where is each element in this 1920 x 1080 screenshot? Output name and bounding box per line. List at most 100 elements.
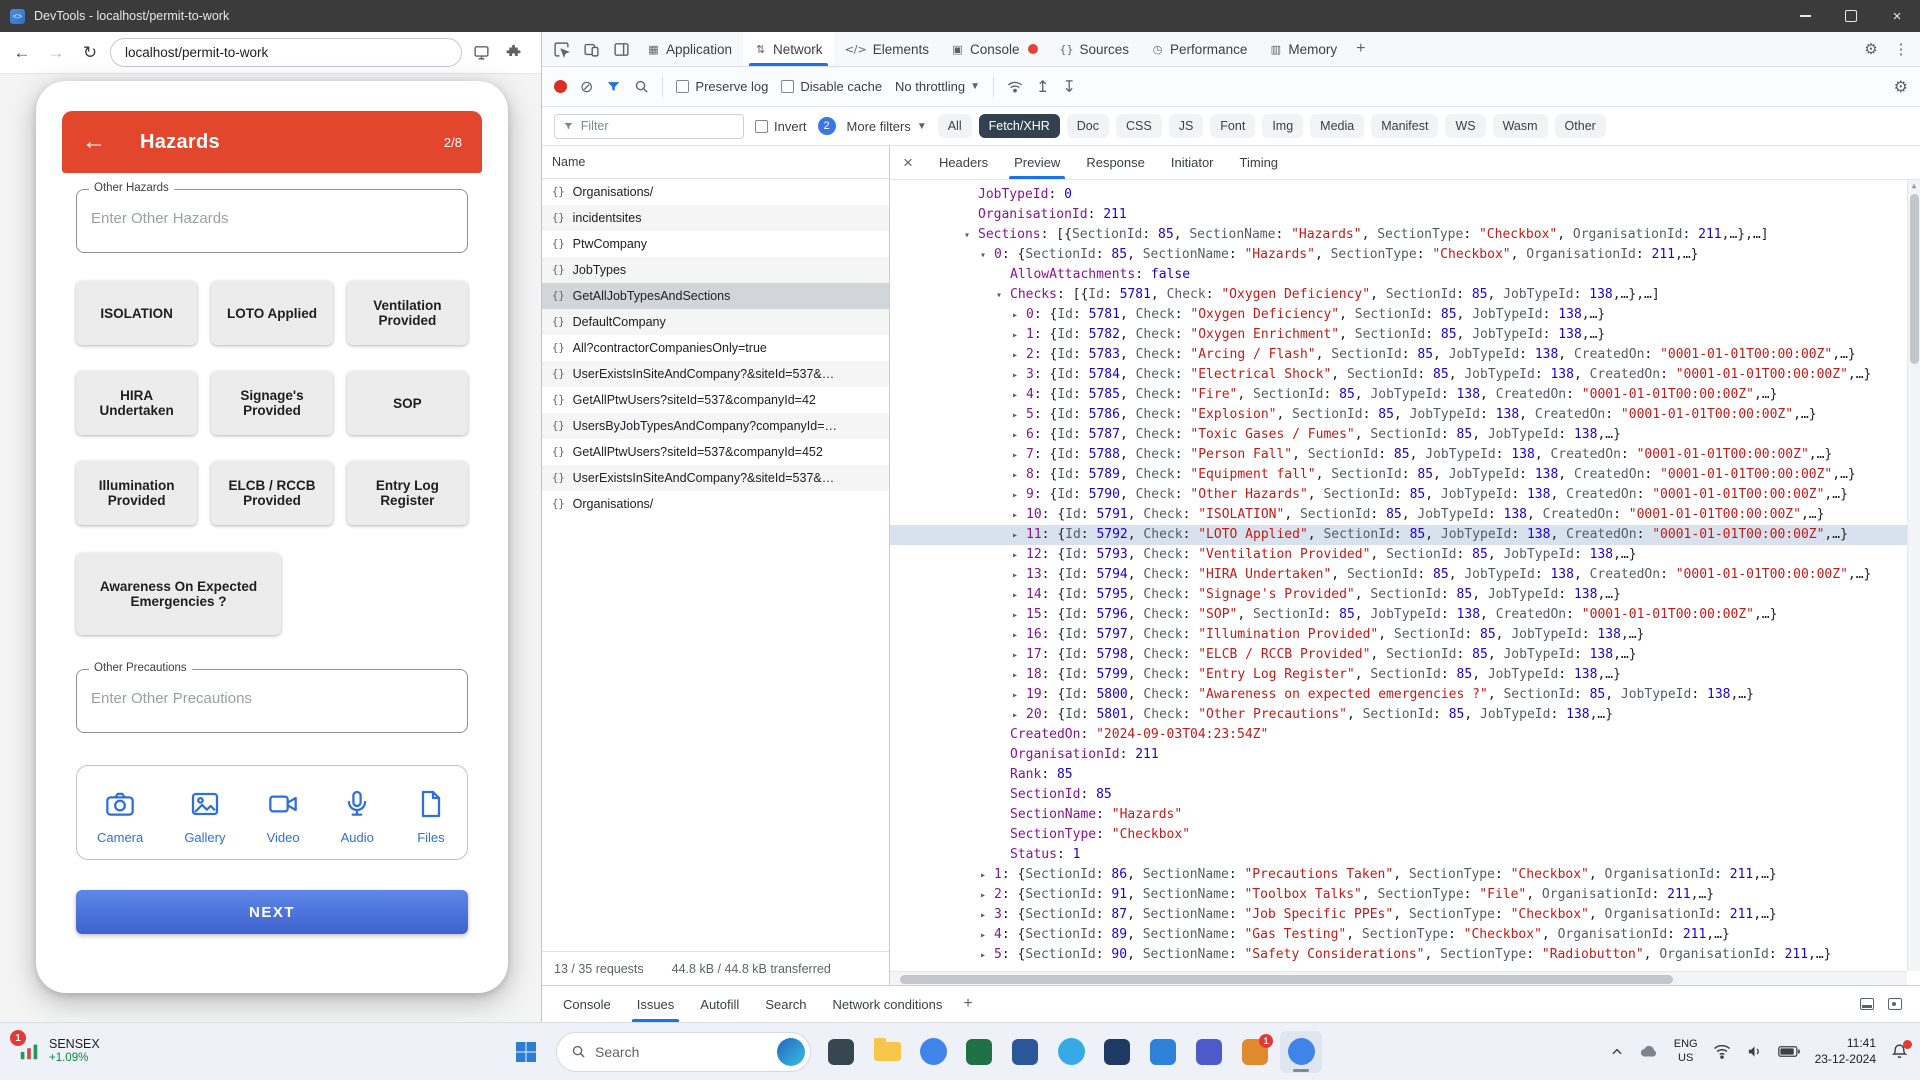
tab-performance[interactable]: ◷Performance bbox=[1140, 32, 1258, 66]
more-tabs-button[interactable]: + bbox=[1348, 40, 1373, 58]
other-precautions-input[interactable] bbox=[91, 690, 453, 707]
collapsed-arrow-icon[interactable]: ▸ bbox=[1012, 546, 1026, 566]
collapsed-arrow-icon[interactable]: ▸ bbox=[1012, 466, 1026, 486]
request-row[interactable]: {}GetAllPtwUsers?siteId=537&companyId=42 bbox=[542, 387, 889, 413]
dock-side-icon[interactable] bbox=[606, 35, 636, 63]
expanded-arrow-icon[interactable]: ▾ bbox=[964, 226, 978, 246]
json-tree-row[interactable]: OrganisationId: 211 bbox=[890, 205, 1920, 225]
json-tree-row[interactable]: ▸10: {Id: 5791, Check: "ISOLATION", Sect… bbox=[890, 505, 1920, 525]
close-button[interactable]: × bbox=[1874, 0, 1920, 32]
network-conditions-icon[interactable] bbox=[1007, 79, 1023, 95]
json-tree-row[interactable]: ▸0: {Id: 5781, Check: "Oxygen Deficiency… bbox=[890, 305, 1920, 325]
collapsed-arrow-icon[interactable]: ▸ bbox=[1012, 506, 1026, 526]
volume-icon[interactable] bbox=[1746, 1044, 1763, 1059]
more-filters-dropdown[interactable]: More filters ▼ bbox=[847, 119, 927, 134]
filter-chip[interactable]: Font bbox=[1210, 114, 1255, 138]
onedrive-cloud-icon[interactable] bbox=[1639, 1044, 1659, 1059]
filter-input[interactable] bbox=[581, 119, 735, 133]
taskbar-app-skype-icon[interactable] bbox=[1050, 1031, 1092, 1073]
filter-chip[interactable]: Wasm bbox=[1493, 114, 1548, 138]
taskbar-app-outlook-icon[interactable]: 1 bbox=[1234, 1031, 1276, 1073]
json-tree-row[interactable]: ▸4: {SectionId: 89, SectionName: "Gas Te… bbox=[890, 925, 1920, 945]
json-tree-row[interactable]: ▸4: {Id: 5785, Check: "Fire", SectionId:… bbox=[890, 385, 1920, 405]
hazard-button[interactable]: ELCB / RCCB Provided bbox=[211, 461, 332, 525]
hazard-button[interactable]: Entry Log Register bbox=[347, 461, 468, 525]
json-tree-row[interactable]: ▸1: {Id: 5782, Check: "Oxygen Enrichment… bbox=[890, 325, 1920, 345]
start-button[interactable] bbox=[505, 1031, 547, 1073]
request-row[interactable]: {}All?contractorCompaniesOnly=true bbox=[542, 335, 889, 361]
hazard-button[interactable]: Illumination Provided bbox=[76, 461, 197, 525]
battery-icon[interactable] bbox=[1778, 1045, 1800, 1058]
export-har-icon[interactable]: ↧ bbox=[1062, 79, 1075, 95]
json-tree-row[interactable]: ▸1: {SectionId: 86, SectionName: "Precau… bbox=[890, 865, 1920, 885]
taskbar-app-store-icon[interactable] bbox=[1096, 1031, 1138, 1073]
collapsed-arrow-icon[interactable]: ▸ bbox=[1012, 386, 1026, 406]
other-hazards-input[interactable] bbox=[91, 210, 453, 227]
collapsed-arrow-icon[interactable]: ▸ bbox=[1012, 646, 1026, 666]
collapsed-arrow-icon[interactable]: ▸ bbox=[1012, 326, 1026, 346]
forward-icon[interactable]: → bbox=[42, 39, 70, 67]
tab-memory[interactable]: ▥Memory bbox=[1258, 32, 1348, 66]
detail-tab-preview[interactable]: Preview bbox=[1001, 146, 1073, 179]
collapsed-arrow-icon[interactable]: ▸ bbox=[1012, 666, 1026, 686]
disable-cache-checkbox[interactable]: Disable cache bbox=[781, 79, 882, 94]
collapsed-arrow-icon[interactable]: ▸ bbox=[1012, 586, 1026, 606]
request-row[interactable]: {}Organisations/ bbox=[542, 491, 889, 517]
hazard-button[interactable]: HIRA Undertaken bbox=[76, 371, 197, 435]
horizontal-scrollbar[interactable] bbox=[890, 971, 1907, 985]
json-tree-row[interactable]: SectionId: 85 bbox=[890, 785, 1920, 805]
record-network-log-icon[interactable] bbox=[554, 80, 567, 93]
json-tree-row[interactable]: AllowAttachments: false bbox=[890, 265, 1920, 285]
json-tree-row[interactable]: ▸12: {Id: 5793, Check: "Ventilation Prov… bbox=[890, 545, 1920, 565]
json-tree-row[interactable]: ▸8: {Id: 5789, Check: "Equipment fall", … bbox=[890, 465, 1920, 485]
copilot-icon[interactable] bbox=[777, 1038, 805, 1066]
collapsed-arrow-icon[interactable]: ▸ bbox=[1012, 366, 1026, 386]
filter-chip[interactable]: Doc bbox=[1067, 114, 1109, 138]
json-tree-row[interactable]: ▸7: {Id: 5788, Check: "Person Fall", Sec… bbox=[890, 445, 1920, 465]
request-list-header[interactable]: Name bbox=[542, 146, 889, 179]
json-tree-row[interactable]: SectionType: "Checkbox" bbox=[890, 825, 1920, 845]
collapsed-arrow-icon[interactable]: ▸ bbox=[1012, 626, 1026, 646]
request-row[interactable]: {}GetAllPtwUsers?siteId=537&companyId=45… bbox=[542, 439, 889, 465]
notification-bell[interactable] bbox=[1891, 1043, 1908, 1060]
json-tree-row[interactable]: ▸17: {Id: 5798, Check: "ELCB / RCCB Prov… bbox=[890, 645, 1920, 665]
request-row[interactable]: {}JobTypes bbox=[542, 257, 889, 283]
media-button-gallery[interactable]: Gallery bbox=[184, 788, 225, 845]
throttling-select[interactable]: No throttling ▼ bbox=[895, 79, 980, 94]
collapsed-arrow-icon[interactable]: ▸ bbox=[1012, 566, 1026, 586]
request-row[interactable]: {}Organisations/ bbox=[542, 179, 889, 205]
collapsed-arrow-icon[interactable]: ▸ bbox=[1012, 526, 1026, 546]
request-row[interactable]: {}UserExistsInSiteAndCompany?&siteId=537… bbox=[542, 361, 889, 387]
collapsed-arrow-icon[interactable]: ▸ bbox=[1012, 446, 1026, 466]
drawer-tab-search[interactable]: Search bbox=[752, 986, 819, 1022]
next-button[interactable]: NEXT bbox=[76, 890, 468, 934]
back-icon[interactable]: ← bbox=[8, 39, 36, 67]
request-row[interactable]: {}DefaultCompany bbox=[542, 309, 889, 335]
filter-chip[interactable]: JS bbox=[1169, 114, 1204, 138]
json-tree-row[interactable]: ▸15: {Id: 5796, Check: "SOP", SectionId:… bbox=[890, 605, 1920, 625]
json-tree-row[interactable]: ▸9: {Id: 5790, Check: "Other Hazards", S… bbox=[890, 485, 1920, 505]
filter-chip[interactable]: Manifest bbox=[1371, 114, 1438, 138]
checkbox-icon[interactable] bbox=[755, 120, 768, 133]
json-tree-row[interactable]: ▸19: {Id: 5800, Check: "Awareness on exp… bbox=[890, 685, 1920, 705]
json-tree-row[interactable]: ▸20: {Id: 5801, Check: "Other Precaution… bbox=[890, 705, 1920, 725]
taskbar-app-teams-icon[interactable] bbox=[1188, 1031, 1230, 1073]
tab-network[interactable]: ⇅Network bbox=[743, 32, 834, 66]
media-button-video[interactable]: Video bbox=[267, 788, 300, 845]
json-tree-row[interactable]: ▸3: {SectionId: 87, SectionName: "Job Sp… bbox=[890, 905, 1920, 925]
detail-tab-initiator[interactable]: Initiator bbox=[1158, 146, 1227, 179]
search-network-icon[interactable] bbox=[634, 79, 649, 94]
clear-network-log-icon[interactable]: ⊘ bbox=[580, 79, 593, 95]
checkbox-icon[interactable] bbox=[781, 80, 794, 93]
tray-chevron-up-icon[interactable] bbox=[1610, 1045, 1624, 1059]
request-row[interactable]: {}UsersByJobTypesAndCompany?companyId=… bbox=[542, 413, 889, 439]
taskbar-app-edge-active-icon[interactable] bbox=[1280, 1031, 1322, 1073]
stocks-widget[interactable]: 1 SENSEX +1.09% bbox=[12, 1033, 106, 1070]
taskbar-app-photos-app-icon[interactable] bbox=[820, 1031, 862, 1073]
maximize-button[interactable] bbox=[1828, 0, 1874, 32]
json-tree-row[interactable]: ▾Sections: [{SectionId: 85, SectionName:… bbox=[890, 225, 1920, 245]
drawer-more-tabs-button[interactable]: + bbox=[955, 995, 980, 1013]
tab-sources[interactable]: {}Sources bbox=[1049, 32, 1141, 66]
hazard-button[interactable]: ISOLATION bbox=[76, 281, 197, 345]
json-tree-row[interactable]: ▸6: {Id: 5787, Check: "Toxic Gases / Fum… bbox=[890, 425, 1920, 445]
